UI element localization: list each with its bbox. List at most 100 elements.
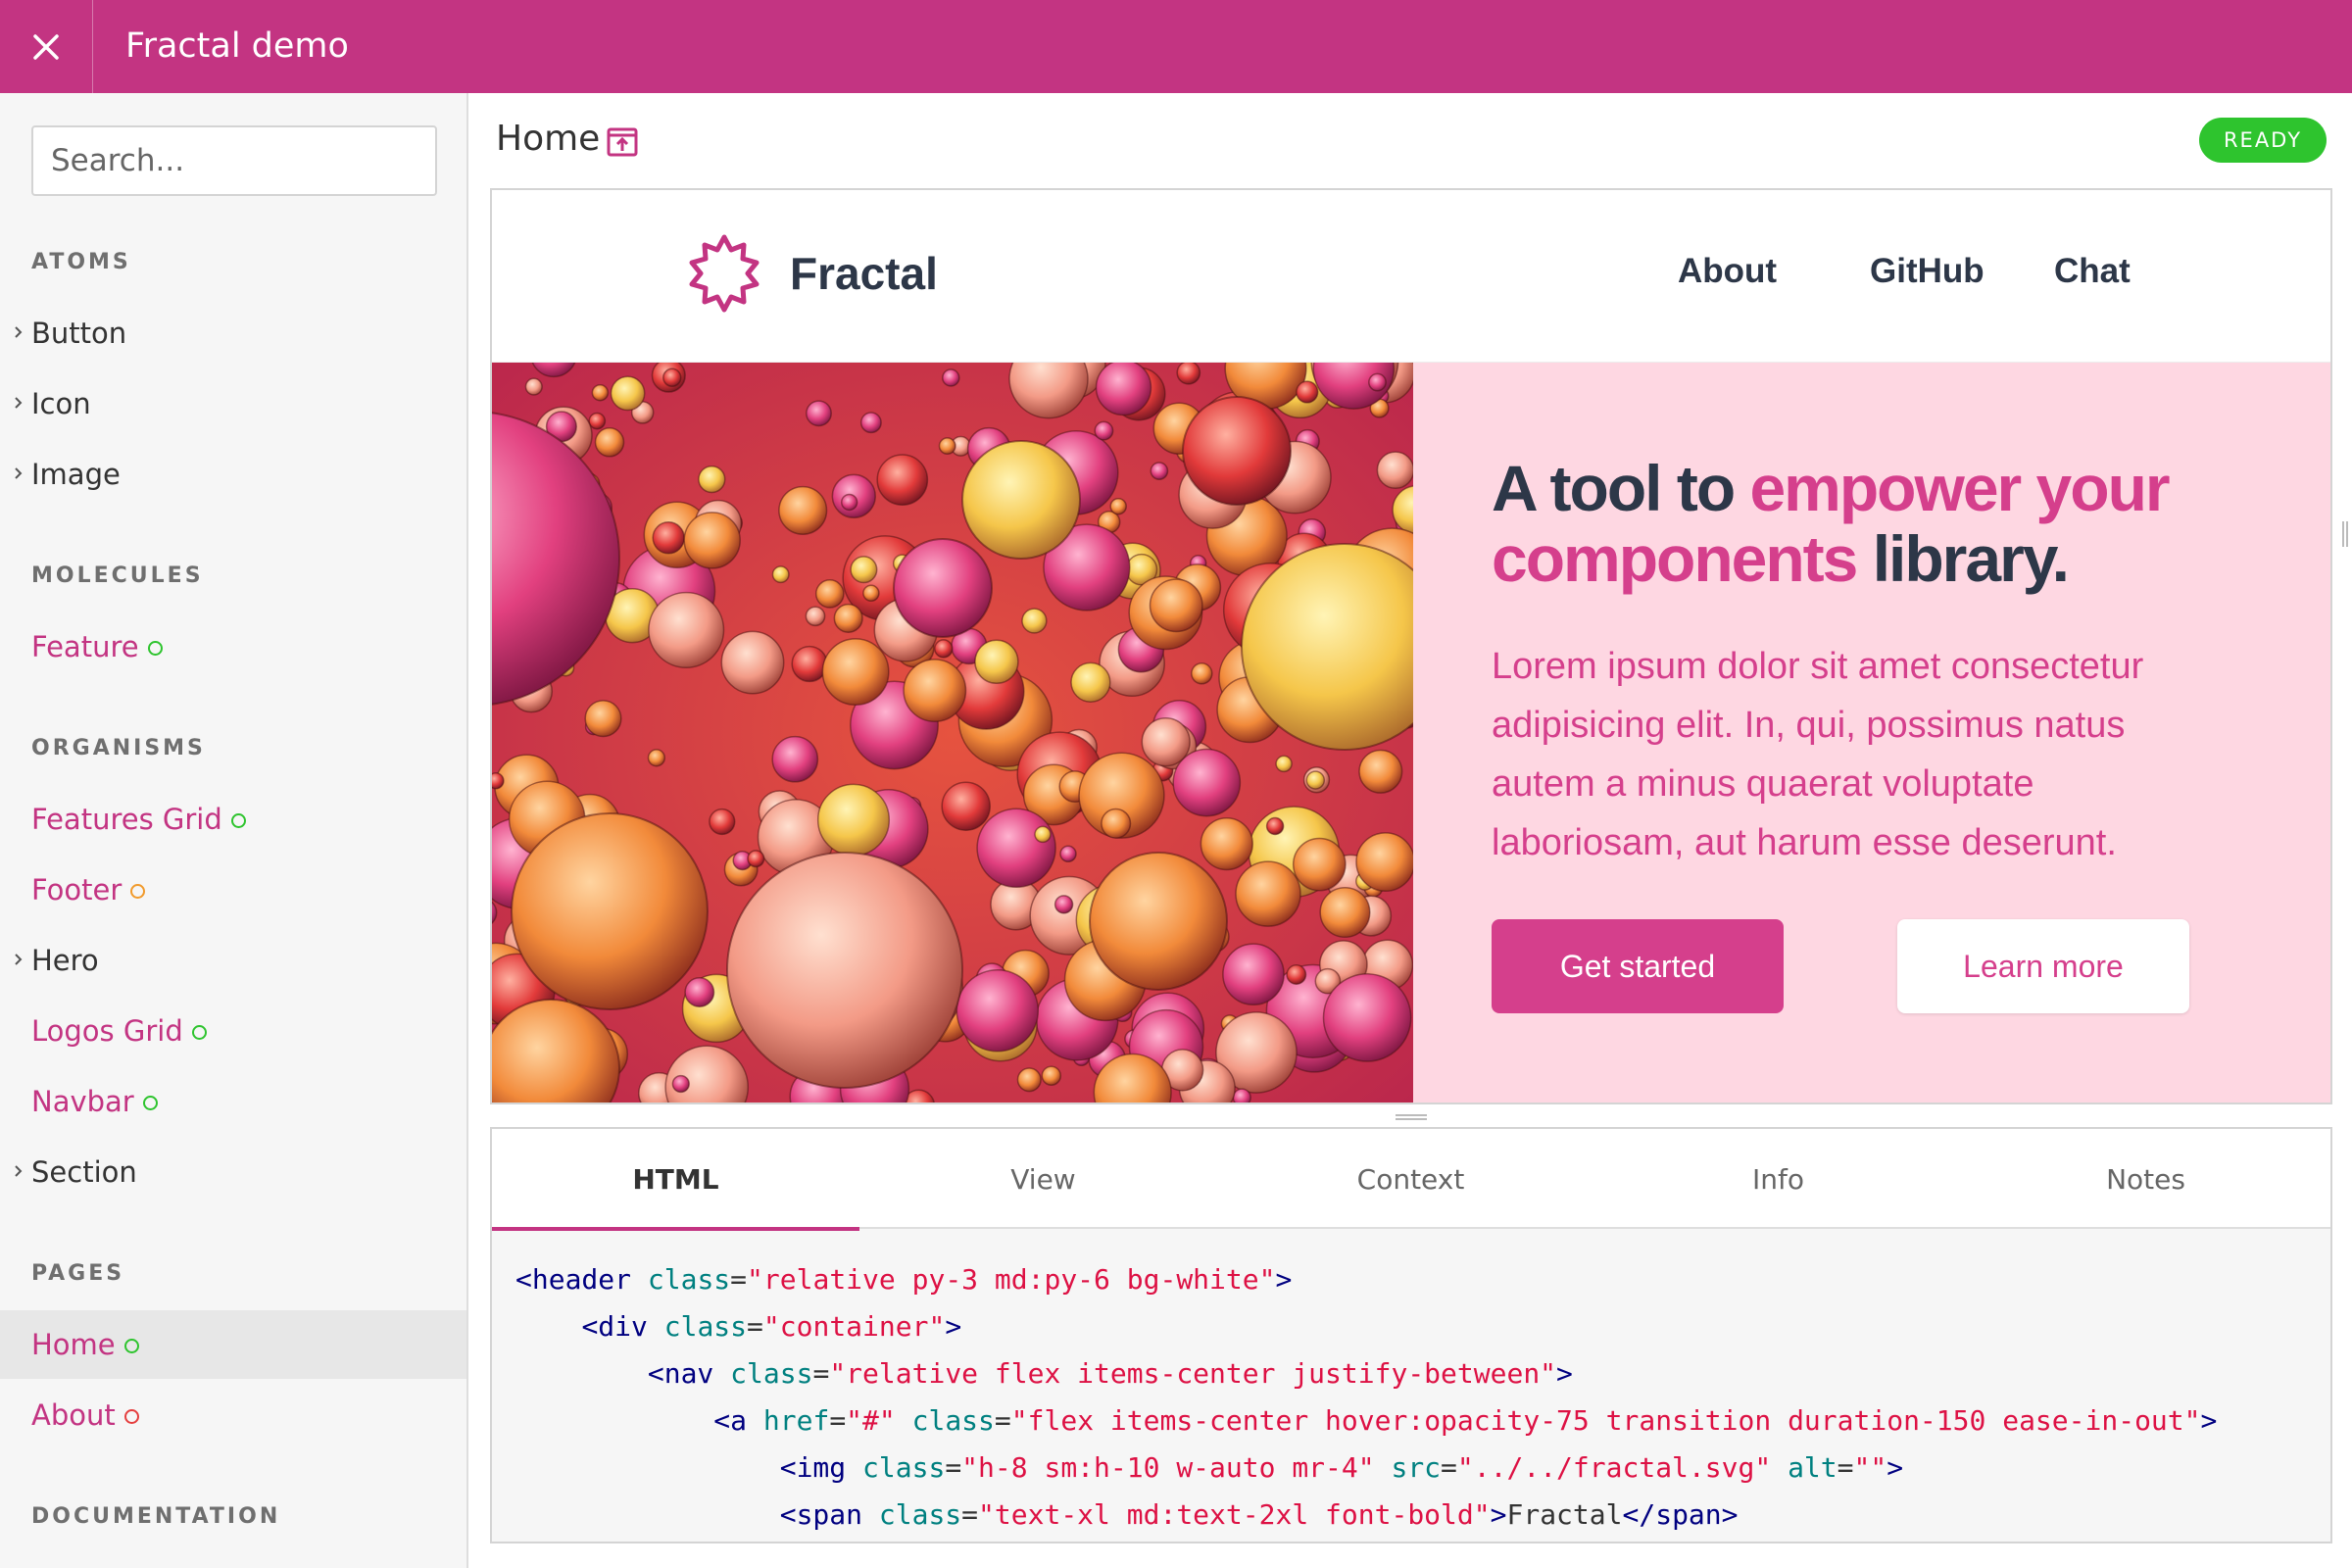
bubble <box>1034 825 1052 844</box>
tab-html[interactable]: HTML <box>492 1129 859 1231</box>
bubble <box>974 639 1019 685</box>
close-sidebar-button[interactable] <box>0 0 93 93</box>
sidebar-item-button[interactable]: Button <box>0 299 466 368</box>
sidebar-item-label: Icon <box>31 387 91 420</box>
bubble <box>1141 717 1191 767</box>
get-started-button[interactable]: Get started <box>1492 919 1784 1013</box>
sidebar-item-footer[interactable]: Footer <box>0 856 466 924</box>
bubble <box>1319 886 1371 939</box>
code-attr-name: class <box>647 1263 731 1296</box>
component-preview: Fractal About GitHub Chat A tool to empo… <box>490 188 2332 1104</box>
bubble <box>1292 837 1347 892</box>
status-badge: READY <box>2199 118 2327 163</box>
tab-view[interactable]: View <box>859 1129 1227 1229</box>
preview-brand-link[interactable]: Fractal <box>688 234 938 313</box>
bubble <box>1149 578 1203 633</box>
sidebar-item-logos-grid[interactable]: Logos Grid <box>0 997 466 1065</box>
code-equals: = <box>730 1263 748 1296</box>
preview-nav-about[interactable]: About <box>1678 252 1777 291</box>
bubble <box>1021 608 1048 634</box>
search-input[interactable] <box>31 125 437 196</box>
bubble <box>1150 462 1169 480</box>
tab-notes[interactable]: Notes <box>1962 1129 2329 1229</box>
bubble <box>671 1074 690 1094</box>
bubble <box>1305 770 1326 790</box>
sidebar-item-label: About <box>31 1398 116 1432</box>
preview-nav-chat[interactable]: Chat <box>2054 252 2131 291</box>
chevron-right-icon <box>15 397 23 409</box>
sidebar-item-image[interactable]: Image <box>0 440 466 509</box>
sidebar-item-label: Image <box>31 458 121 491</box>
code-attr-name: class <box>862 1451 946 1484</box>
code-tag: <nav <box>647 1357 714 1390</box>
bubble <box>1296 380 1319 404</box>
bubble <box>1376 451 1413 490</box>
tab-context[interactable]: Context <box>1227 1129 1594 1229</box>
sidebar-item-section[interactable]: Section <box>0 1138 466 1206</box>
code-tag: > <box>1490 1498 1507 1531</box>
sidebar-item-hero[interactable]: Hero <box>0 926 466 995</box>
bubble <box>1232 1088 1251 1102</box>
code-attr-value: "text-xl md:text-2xl font-bold" <box>978 1498 1491 1531</box>
code-tag: <a <box>713 1404 748 1437</box>
code-attr-name: alt <box>1788 1451 1838 1484</box>
html-code-block[interactable]: <header class="relative py-3 md:py-6 bg-… <box>515 1256 2217 1539</box>
sidebar-item-home[interactable]: Home <box>0 1310 466 1379</box>
bubble <box>720 630 785 695</box>
app-title: Fractal demo <box>125 26 349 66</box>
bubble <box>1089 852 1228 991</box>
code-attr-value: "../../fractal.svg" <box>1456 1451 1772 1484</box>
sidebar-item-label: Button <box>31 317 127 350</box>
bubble <box>814 579 845 609</box>
code-tag: <span <box>779 1498 863 1531</box>
sidebar-item-feature[interactable]: Feature <box>0 612 466 681</box>
bubble <box>698 465 726 494</box>
code-attr-name: class <box>911 1404 995 1437</box>
bubble <box>594 427 625 458</box>
code-tag: <div <box>581 1310 648 1343</box>
sidebar-item-icon[interactable]: Icon <box>0 369 466 438</box>
bubble <box>862 584 880 603</box>
code-equals: = <box>829 1404 847 1437</box>
section-heading-documentation: DOCUMENTATION <box>31 1504 281 1529</box>
section-heading-molecules: MOLECULES <box>31 564 204 588</box>
status-wip-dot <box>130 883 146 899</box>
preview-nav-github[interactable]: GitHub <box>1870 252 1984 291</box>
bubble <box>1182 396 1292 506</box>
sidebar-item-about[interactable]: About <box>0 1381 466 1449</box>
bubble <box>791 645 828 683</box>
status-ready-dot <box>142 1095 158 1110</box>
close-icon <box>33 33 59 60</box>
bubble <box>840 493 858 512</box>
bubble <box>747 850 765 868</box>
bubble <box>1094 420 1114 441</box>
code-line: <nav class="relative flex items-center j… <box>515 1350 2217 1397</box>
bubble <box>805 606 826 627</box>
status-ready-dot <box>123 1338 139 1353</box>
preview-resize-handle[interactable] <box>2342 521 2348 547</box>
code-attr-value: "relative flex items-center justify-betw… <box>829 1357 1557 1390</box>
bubble <box>961 440 1081 560</box>
open-preview-icon[interactable] <box>606 124 639 158</box>
bubble <box>859 412 882 434</box>
panel-resize-handle[interactable] <box>1396 1114 1427 1120</box>
bubble <box>1200 816 1253 871</box>
tab-info[interactable]: Info <box>1594 1129 1962 1229</box>
bubble <box>1059 845 1077 863</box>
chevron-right-icon <box>15 326 23 338</box>
chevron-right-icon <box>15 1165 23 1177</box>
bubble <box>652 521 685 555</box>
sidebar-item-label: Feature <box>31 630 139 663</box>
learn-more-button[interactable]: Learn more <box>1897 919 2189 1013</box>
sidebar-item-navbar[interactable]: Navbar <box>0 1067 466 1136</box>
bubble <box>1101 808 1132 839</box>
status-ready-dot <box>147 640 163 656</box>
sidebar-item-features-grid[interactable]: Features Grid <box>0 785 466 854</box>
bubble <box>821 638 890 707</box>
code-line: <div class="container"> <box>515 1303 2217 1350</box>
